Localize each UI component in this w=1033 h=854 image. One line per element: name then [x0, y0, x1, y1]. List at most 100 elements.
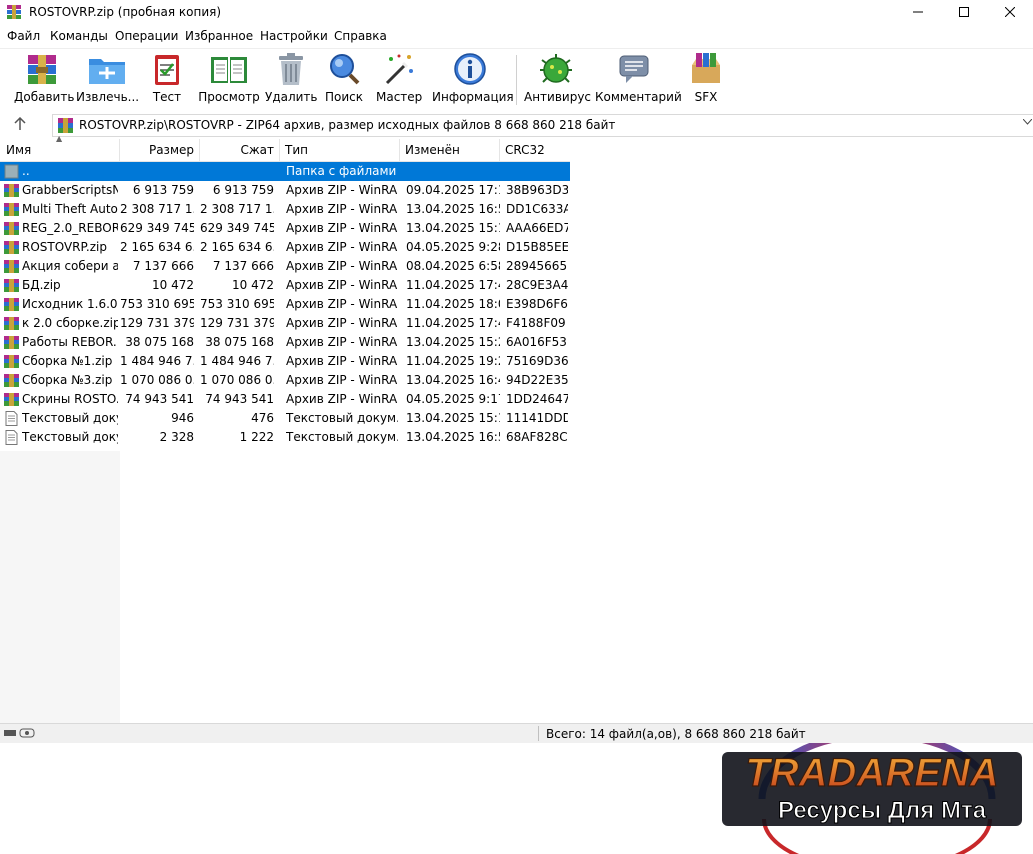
file-type: Архив ZIP - WinRAR	[286, 316, 398, 330]
file-size: 6 913 759	[132, 183, 194, 197]
column-type[interactable]: Тип	[280, 139, 400, 161]
file-rows: .. Папка с файлами GrabberScriptsN... 6 9…	[0, 162, 570, 447]
search-button[interactable]: Поиск	[322, 51, 366, 111]
file-modified: 13.04.2025 15:10	[406, 221, 500, 235]
file-type: Архив ZIP - WinRAR	[286, 259, 398, 273]
file-packed-size: 476	[251, 411, 274, 425]
menu-file[interactable]: Файл	[7, 29, 40, 43]
toolbar-separator	[516, 55, 517, 105]
file-packed-size: 2 308 717 1...	[200, 202, 274, 216]
wizard-label: Мастер	[376, 90, 423, 104]
file-name: GrabberScriptsN...	[22, 183, 118, 197]
file-row[interactable]: REG_2.0_REBOR...629 349 745629 349 745Ар…	[0, 219, 570, 238]
file-type: Текстовый докум...	[286, 430, 398, 444]
file-packed-size: 1 070 086 0...	[200, 373, 274, 387]
file-size: 946	[171, 411, 194, 425]
wizard-button[interactable]: Мастер	[376, 51, 422, 111]
tradarena-watermark-logo: TRADARENA Ресурсы Для Мта	[722, 730, 1022, 854]
title-bar: ROSTOVRP.zip (пробная копия)	[0, 0, 1033, 24]
toolbar: Добавить Извлечь... Тест Просмотр Удалит…	[0, 48, 1033, 113]
extract-button[interactable]: Извлечь...	[76, 51, 139, 111]
file-packed-size: 629 349 745	[200, 221, 274, 235]
file-name: REG_2.0_REBOR...	[22, 221, 118, 235]
file-size: 629 349 745	[120, 221, 194, 235]
file-name: Multi Theft Auto...	[22, 202, 118, 216]
drive-icon	[4, 727, 38, 742]
file-row[interactable]: Акция собери а... 7 137 666 7 137 666 Архив…	[0, 257, 570, 276]
zip-archive-icon	[4, 355, 19, 368]
delete-button[interactable]: Удалить	[265, 51, 318, 111]
add-archive-icon	[28, 55, 56, 84]
column-crc[interactable]: CRC32	[500, 139, 570, 161]
window-title: ROSTOVRP.zip (пробная копия)	[29, 5, 222, 19]
close-button[interactable]	[987, 0, 1033, 24]
antivirus-label: Антивирус	[524, 90, 592, 104]
view-button[interactable]: Просмотр	[198, 51, 260, 111]
file-row[interactable]: Работы REBOR... 38 075 168 38 075 168 Архив…	[0, 333, 570, 352]
menu-operations[interactable]: Операции	[115, 29, 178, 43]
file-modified: 11.04.2025 17:44	[406, 316, 500, 330]
file-row[interactable]: Сборка №3.zip 1 070 086 0... 1 070 086 0..…	[0, 371, 570, 390]
file-type: Архив ZIP - WinRAR	[286, 335, 398, 349]
minimize-button[interactable]	[895, 0, 941, 24]
address-bar: ROSTOVRP.zip\ROSTOVRP - ZIP64 архив, раз…	[0, 114, 1033, 137]
file-name: БД.zip	[22, 278, 61, 292]
file-row[interactable]: Текстовый доку... 946 476 Текстовый докум..…	[0, 409, 570, 428]
menu-help[interactable]: Справка	[334, 29, 387, 43]
path-field[interactable]: ROSTOVRP.zip\ROSTOVRP - ZIP64 архив, раз…	[52, 114, 1033, 137]
file-row[interactable]: Сборка №1.zip 1 484 946 7... 1 484 946 7..…	[0, 352, 570, 371]
file-packed-size: 753 310 695	[200, 297, 274, 311]
file-size: 74 943 541	[125, 392, 194, 406]
file-type: Архив ZIP - WinRAR	[286, 183, 398, 197]
column-name[interactable]: Имя	[0, 139, 120, 161]
file-packed-size: 129 731 379	[200, 316, 274, 330]
view-label: Просмотр	[198, 90, 260, 104]
column-modified[interactable]: Изменён	[400, 139, 500, 161]
file-modified: 11.04.2025 18:09	[406, 297, 500, 311]
maximize-button[interactable]	[941, 0, 987, 24]
file-row[interactable]: Исходник 1.6.0 ...753 310 695753 310 695…	[0, 295, 570, 314]
delete-label: Удалить	[265, 90, 318, 104]
file-name: Сборка №3.zip	[22, 373, 113, 387]
file-modified: 08.04.2025 6:58	[406, 259, 500, 273]
comment-button[interactable]: Комментарий	[595, 51, 682, 111]
file-packed-size: 2 165 634 6...	[200, 240, 274, 254]
file-crc: 38B963D3	[506, 183, 568, 197]
file-row[interactable]: к 2.0 сборке.zip 129 731 379 129 731 379 Ар…	[0, 314, 570, 333]
file-crc: 28945665	[506, 259, 568, 273]
info-button[interactable]: Информация	[432, 51, 514, 111]
file-row[interactable]: ROSTOVRP.zip 2 165 634 6... 2 165 634 6...…	[0, 238, 570, 257]
parent-folder-row[interactable]: .. Папка с файлами	[0, 162, 570, 181]
antivirus-button[interactable]: Антивирус	[524, 51, 592, 111]
menu-settings[interactable]: Настройки	[260, 29, 328, 43]
zip-archive-icon	[4, 279, 19, 292]
file-type: Папка с файлами	[286, 164, 397, 178]
file-row[interactable]: Текстовый доку... 2 328 1 222 Текстовый док…	[0, 428, 570, 447]
file-row[interactable]: Multi Theft Auto...2 308 717 1...2 308 7…	[0, 200, 570, 219]
file-size: 7 137 666	[132, 259, 194, 273]
file-row[interactable]: БД.zip 10 472 10 472 Архив ZIP - WinRAR 11.0…	[0, 276, 570, 295]
menu-favorites[interactable]: Избранное	[185, 29, 253, 43]
column-packed[interactable]: Сжат	[200, 139, 280, 161]
file-modified: 04.05.2025 9:28	[406, 240, 500, 254]
add-button[interactable]: Добавить	[14, 51, 75, 111]
maximize-icon	[959, 7, 969, 17]
path-dropdown-icon[interactable]	[1022, 118, 1033, 128]
file-row[interactable]: GrabberScriptsN... 6 913 759 6 913 759 Архи…	[0, 181, 570, 200]
test-button[interactable]: Тест	[146, 51, 188, 111]
sfx-button[interactable]: SFX	[684, 51, 728, 111]
up-folder-button[interactable]	[14, 116, 26, 135]
file-row[interactable]: Скрины ROSTO... 74 943 541 74 943 541 Архив…	[0, 390, 570, 409]
zip-archive-icon	[4, 222, 19, 235]
file-size: 38 075 168	[125, 335, 194, 349]
menu-commands[interactable]: Команды	[50, 29, 108, 43]
name-column-gutter	[0, 451, 120, 723]
archive-icon	[58, 118, 73, 133]
info-icon	[454, 53, 486, 85]
zip-archive-icon	[4, 241, 19, 254]
add-label: Добавить	[14, 90, 75, 104]
column-size[interactable]: Размер	[120, 139, 200, 161]
file-crc: 75169D36	[506, 354, 568, 368]
file-list: ▲ Имя Размер Сжат Тип Изменён CRC32 .. П…	[0, 134, 1033, 854]
file-type: Архив ZIP - WinRAR	[286, 221, 398, 235]
